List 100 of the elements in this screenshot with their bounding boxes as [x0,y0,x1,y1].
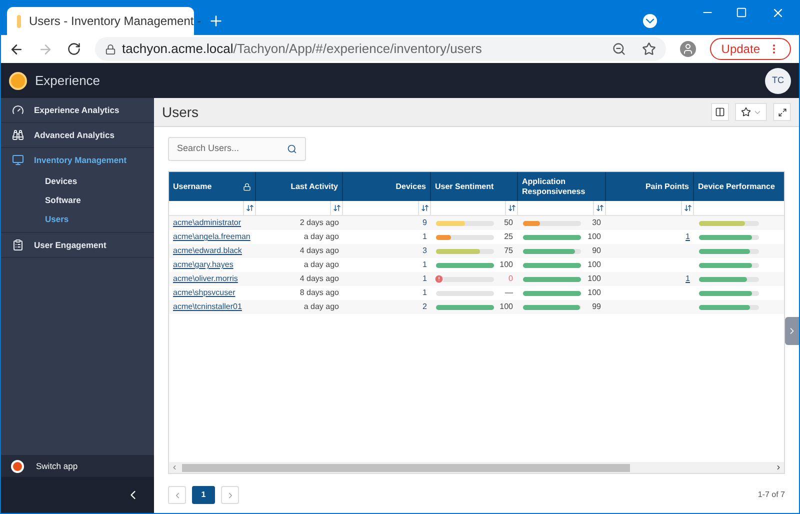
sidebar-subitem[interactable]: Users [1,210,154,229]
sidebar-item-icon [12,239,24,251]
expand-icon [778,108,786,116]
search-input[interactable]: Search Users... [177,142,287,156]
device-count: 1 [422,288,427,297]
switch-app-button[interactable]: Switch app [1,455,154,477]
column-header[interactable]: Pain Points [645,182,689,192]
meter-bar [699,304,759,310]
device-count: 1 [422,274,427,283]
new-tab-icon[interactable] [208,13,224,29]
back-icon[interactable] [9,42,24,56]
maximize-icon[interactable] [736,7,747,18]
meter-bar [523,220,581,226]
update-button[interactable]: Update [710,38,791,60]
star-icon [740,107,750,117]
url-text: tachyon.acme.local/Tachyon/App/#/experience/inventory/users [122,40,482,58]
pain-points-link[interactable]: 1 [686,274,690,283]
meter-bar [523,248,581,254]
scroll-right-button[interactable] [785,317,799,345]
scroll-right-icon[interactable] [775,464,782,471]
last-activity: 8 days ago [300,288,339,297]
meter-bar [523,304,581,310]
sidebar-subitem[interactable]: Devices [1,172,154,191]
user-avatar[interactable]: TC [765,68,791,94]
address-bar[interactable]: tachyon.acme.local/Tachyon/App/#/experience/inventory/users [95,37,666,61]
sentiment-score: 0 [508,273,513,285]
column-header[interactable]: User Sentiment [435,182,494,192]
column-header[interactable]: Last Activity [290,182,338,192]
sidebar-item-icon [12,154,24,166]
responsiveness-score: 90 [591,245,601,257]
page-button[interactable]: 1 [192,486,215,504]
username-link[interactable]: acme\tcninstaller01 [173,302,242,311]
sentiment-score: 50 [503,217,513,229]
meter-bar [523,290,581,296]
username-link[interactable]: acme\shpsvcuser [173,288,236,297]
device-count: 9 [422,218,427,227]
sentiment-score: — [504,287,513,299]
last-activity: 4 days ago [300,274,339,283]
responsiveness-score: 99 [591,301,601,313]
scroll-left-icon[interactable] [171,464,178,471]
sidebar-item[interactable]: User Engagement [1,233,154,257]
sidebar-subitem[interactable]: Software [1,191,154,210]
meter-bar [436,234,494,240]
close-window-icon[interactable] [771,6,785,20]
search-field[interactable]: Search Users... [168,137,306,161]
meter-bar [436,262,494,268]
sentiment-score: 100 [498,259,513,271]
meter-bar [436,304,494,310]
reload-icon[interactable] [67,42,81,56]
meter-bar [523,262,581,268]
sort-icon[interactable] [508,204,516,212]
sidebar-item[interactable]: Experience Analytics [1,98,154,122]
username-link[interactable]: acme\oliver.morris [173,274,238,283]
pain-points-link[interactable]: 1 [686,232,690,241]
device-count: 2 [422,302,427,311]
meter-bar [699,276,759,282]
device-count: 1 [422,260,427,269]
meter-bar [523,276,581,282]
username-link[interactable]: acme\administrator [173,218,242,227]
sidebar-item-icon [12,104,24,116]
responsiveness-score: 100 [586,287,601,299]
responsiveness-score: 100 [586,231,601,243]
sort-icon[interactable] [420,204,428,212]
search-icon [287,144,297,154]
columns-button[interactable] [711,103,729,121]
meter-bar [699,220,759,226]
sidebar-item[interactable]: Advanced Analytics [1,123,154,147]
sort-icon[interactable] [332,204,340,212]
switch-app-icon [11,460,24,472]
meter-bar [436,290,494,296]
column-header[interactable]: Application Responsiveness [522,176,601,196]
meter-bar [436,248,494,254]
last-activity: a day ago [304,302,339,311]
sort-icon[interactable] [246,204,254,212]
sentiment-score: 100 [498,301,513,313]
last-activity: 2 days ago [300,218,339,227]
sidebar-item[interactable]: Inventory Management [1,148,154,172]
sort-icon[interactable] [596,204,604,212]
column-header[interactable]: Username [173,182,212,192]
sort-icon[interactable] [684,204,692,212]
last-activity: a day ago [304,260,339,269]
column-header[interactable]: Devices [396,182,426,192]
results-count: 1-7 of 7 [758,489,785,501]
device-count: 3 [422,246,427,255]
last-activity: a day ago [304,232,339,241]
username-link[interactable]: acme\gary.hayes [173,260,234,269]
bookmark-star-icon[interactable] [642,42,656,56]
sidebar-item-icon [12,129,24,141]
expand-button[interactable] [773,103,791,121]
responsiveness-score: 100 [586,259,601,271]
zoom-icon[interactable] [612,42,626,56]
horizontal-scrollbar[interactable] [169,462,784,473]
favorite-button[interactable] [735,103,767,121]
meter-bar [436,220,494,226]
profile-icon[interactable] [680,41,696,57]
tab-search-icon[interactable] [643,14,657,28]
username-link[interactable]: acme\angela.freeman [173,232,250,241]
column-header[interactable]: Device Performance [698,182,775,192]
last-activity: 4 days ago [300,246,339,255]
username-link[interactable]: acme\edward.black [173,246,242,255]
